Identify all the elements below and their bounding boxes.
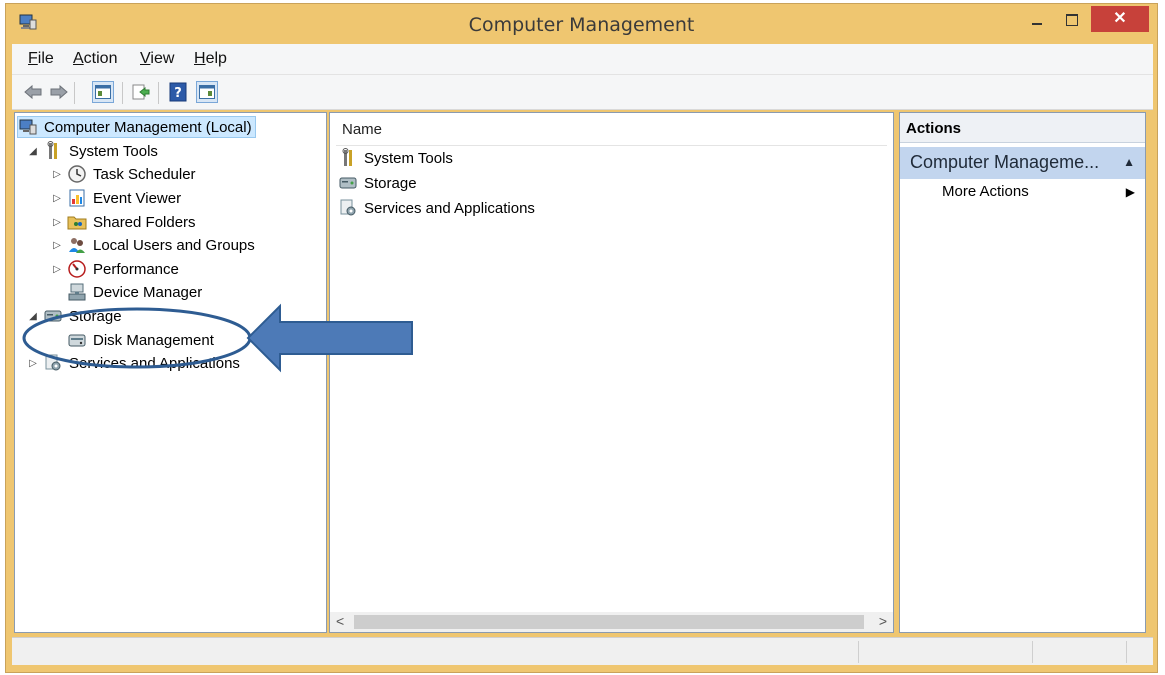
tree-item-computer-management-local[interactable]: Computer Management (Local) bbox=[17, 116, 256, 138]
tree-label: Services and Applications bbox=[69, 354, 240, 372]
help-icon[interactable]: ? bbox=[167, 81, 189, 103]
export-list-icon[interactable] bbox=[130, 81, 152, 103]
status-bar bbox=[12, 637, 1153, 665]
show-hide-action-pane-icon[interactable] bbox=[196, 81, 218, 103]
tree-item-system-tools[interactable]: ◢ System Tools bbox=[27, 140, 158, 162]
menu-help[interactable]: Help bbox=[194, 50, 227, 68]
tree-label: System Tools bbox=[69, 142, 158, 160]
collapse-up-icon[interactable]: ▲ bbox=[1123, 155, 1135, 169]
tree-label: Performance bbox=[93, 260, 179, 278]
system-tools-icon bbox=[43, 141, 63, 161]
list-item-services-and-applications[interactable]: Services and Applications bbox=[338, 197, 535, 219]
event-viewer-icon bbox=[67, 188, 87, 208]
console-tree-pane[interactable]: Computer Management (Local) ◢ System Too… bbox=[14, 112, 327, 633]
list-item-system-tools[interactable]: System Tools bbox=[338, 147, 453, 169]
disk-management-icon bbox=[67, 330, 87, 350]
results-pane[interactable]: Name System Tools Storage Services and A… bbox=[329, 112, 894, 633]
actions-pane: Actions Computer Manageme... ▲ More Acti… bbox=[899, 112, 1146, 633]
menu-file[interactable]: File bbox=[28, 50, 54, 68]
actions-section-label: Computer Manageme... bbox=[910, 152, 1100, 172]
actions-section-computer-management[interactable]: Computer Manageme... ▲ bbox=[900, 147, 1145, 179]
expanded-arrow-icon[interactable]: ◢ bbox=[27, 146, 39, 157]
tree-item-disk-management[interactable]: Disk Management bbox=[67, 329, 214, 351]
toolbar: ? bbox=[12, 74, 1153, 110]
menu-bar: File Action View Help bbox=[12, 44, 1153, 74]
services-applications-icon bbox=[338, 198, 358, 218]
list-item-label: Storage bbox=[364, 174, 417, 192]
maximize-button[interactable] bbox=[1058, 10, 1084, 32]
scrollbar-thumb[interactable] bbox=[354, 615, 864, 629]
expanded-arrow-icon[interactable]: ◢ bbox=[27, 311, 39, 322]
collapsed-arrow-icon[interactable]: ▷ bbox=[27, 358, 39, 369]
tree-label: Shared Folders bbox=[93, 213, 196, 231]
tree-item-shared-folders[interactable]: ▷ Shared Folders bbox=[51, 211, 196, 233]
performance-gauge-icon bbox=[67, 259, 87, 279]
storage-icon bbox=[338, 173, 358, 193]
tree-label: Computer Management (Local) bbox=[44, 118, 252, 136]
list-item-label: Services and Applications bbox=[364, 199, 535, 217]
title-bar[interactable]: Computer Management ✕ bbox=[6, 4, 1157, 44]
window-title: Computer Management bbox=[468, 14, 695, 36]
system-tools-icon bbox=[338, 148, 358, 168]
horizontal-scrollbar[interactable]: < > bbox=[330, 612, 893, 632]
shared-folder-icon bbox=[67, 212, 87, 232]
collapsed-arrow-icon[interactable]: ▷ bbox=[51, 240, 63, 251]
menu-action[interactable]: Action bbox=[73, 50, 117, 68]
device-manager-icon bbox=[67, 282, 87, 302]
tree-label: Disk Management bbox=[93, 331, 214, 349]
storage-icon bbox=[43, 306, 63, 326]
collapsed-arrow-icon[interactable]: ▷ bbox=[51, 169, 63, 180]
tree-item-storage[interactable]: ◢ Storage bbox=[27, 305, 122, 327]
minimize-button[interactable] bbox=[1024, 10, 1050, 32]
collapsed-arrow-icon[interactable]: ▷ bbox=[51, 217, 63, 228]
list-item-label: System Tools bbox=[364, 149, 453, 167]
more-actions-item[interactable]: More Actions bbox=[942, 183, 1029, 200]
actions-header: Actions bbox=[900, 113, 1145, 143]
clock-icon bbox=[67, 164, 87, 184]
back-icon[interactable] bbox=[22, 81, 44, 103]
collapsed-arrow-icon[interactable]: ▷ bbox=[51, 264, 63, 275]
computer-management-window: Computer Management ✕ File Action View H… bbox=[5, 3, 1158, 673]
svg-text:?: ? bbox=[174, 86, 182, 101]
show-hide-console-tree-icon[interactable] bbox=[92, 81, 114, 103]
menu-view[interactable]: View bbox=[140, 50, 174, 68]
tree-label: Event Viewer bbox=[93, 189, 182, 207]
tree-label: Task Scheduler bbox=[93, 165, 196, 183]
close-button[interactable]: ✕ bbox=[1091, 6, 1149, 32]
computer-management-icon bbox=[18, 117, 38, 137]
column-header-divider bbox=[336, 145, 887, 146]
tree-label: Storage bbox=[69, 307, 122, 325]
services-applications-icon bbox=[43, 353, 63, 373]
scroll-right-icon[interactable]: > bbox=[879, 613, 887, 629]
users-group-icon bbox=[67, 235, 87, 255]
tree-item-task-scheduler[interactable]: ▷ Task Scheduler bbox=[51, 163, 196, 185]
scroll-left-icon[interactable]: < bbox=[336, 613, 344, 629]
tree-item-local-users-and-groups[interactable]: ▷ Local Users and Groups bbox=[51, 234, 255, 256]
collapsed-arrow-icon[interactable]: ▷ bbox=[51, 193, 63, 204]
tree-label: Device Manager bbox=[93, 283, 203, 301]
submenu-arrow-icon[interactable]: ▶ bbox=[1126, 185, 1135, 199]
tree-item-performance[interactable]: ▷ Performance bbox=[51, 258, 179, 280]
tree-item-services-and-applications[interactable]: ▷ Services and Applications bbox=[27, 352, 240, 374]
forward-icon[interactable] bbox=[48, 81, 70, 103]
column-header-name[interactable]: Name bbox=[342, 121, 382, 138]
tree-item-device-manager[interactable]: Device Manager bbox=[67, 281, 202, 303]
tree-item-event-viewer[interactable]: ▷ Event Viewer bbox=[51, 187, 181, 209]
tree-label: Local Users and Groups bbox=[93, 236, 255, 254]
list-item-storage[interactable]: Storage bbox=[338, 172, 417, 194]
close-icon: ✕ bbox=[1113, 10, 1127, 27]
